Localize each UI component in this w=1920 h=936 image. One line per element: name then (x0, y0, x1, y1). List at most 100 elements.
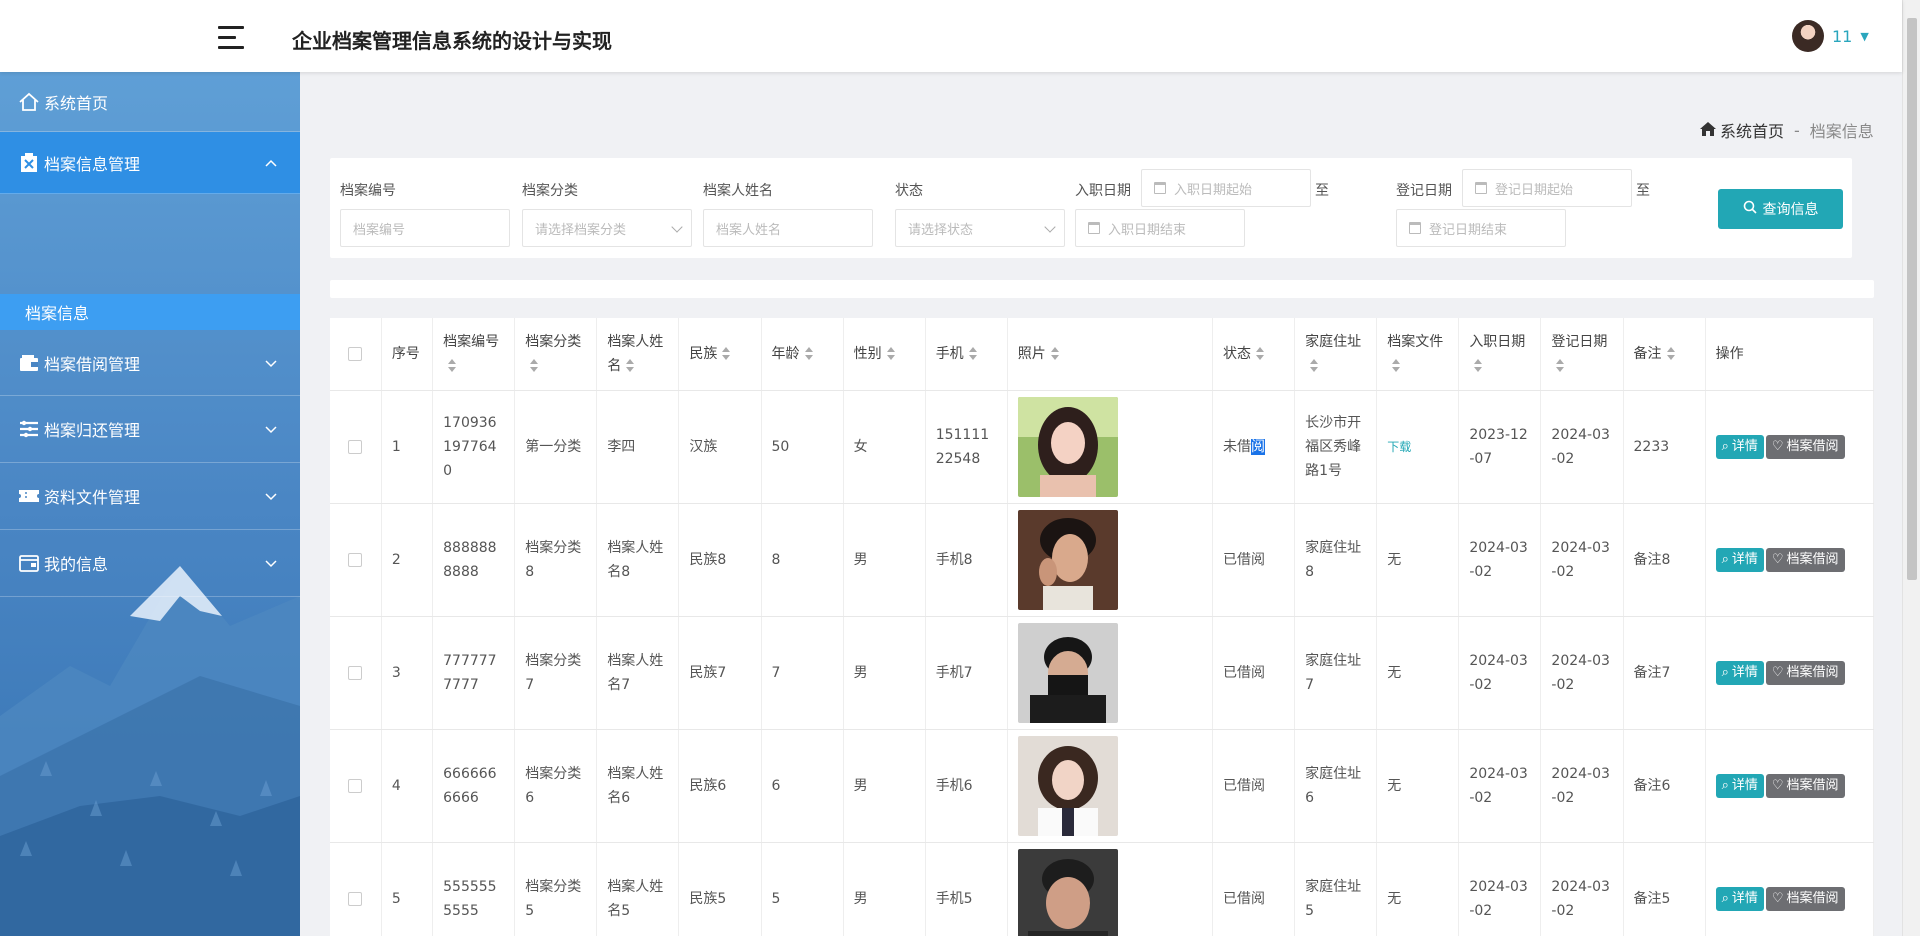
col-header-archive-no[interactable]: 档案编号 (432, 318, 516, 391)
name-input[interactable]: 档案人姓名 (703, 209, 873, 247)
cell-phone: 手机8 (925, 503, 1008, 617)
card-icon (18, 552, 40, 574)
col-header-age[interactable]: 年龄 (761, 318, 844, 391)
photo-thumbnail[interactable] (1017, 509, 1118, 610)
col-header-phone[interactable]: 手机 (925, 318, 1008, 391)
col-header-address[interactable]: 家庭住址 (1294, 318, 1378, 391)
sidebar-item-borrow[interactable]: 档案借阅管理 (0, 330, 300, 396)
cell-hire-date: 2024-03-02 (1458, 616, 1542, 730)
cell-hire-date: 2024-03-02 (1458, 503, 1542, 617)
photo-thumbnail[interactable] (1017, 396, 1118, 497)
col-header-photo[interactable]: 照片 (1007, 318, 1214, 391)
detail-button[interactable]: ⌕ 详情 (1715, 773, 1764, 798)
photo-thumbnail[interactable] (1017, 622, 1118, 723)
chevron-up-icon (263, 155, 279, 171)
archive-table: 序号 档案编号 档案分类 档案人姓名 民族 年龄 性别 手机 照片 状态 家庭住… (330, 318, 1874, 936)
reg-date-end-input[interactable]: 登记日期结束 (1396, 209, 1566, 247)
download-link[interactable]: 下载 (1387, 440, 1411, 454)
col-header-name[interactable]: 档案人姓名 (596, 318, 680, 391)
sort-icon[interactable] (529, 358, 539, 373)
category-select[interactable]: 请选择档案分类 (522, 209, 692, 247)
status-select[interactable]: 请选择状态 (895, 209, 1065, 247)
name-placeholder: 档案人姓名 (716, 222, 782, 238)
sort-icon[interactable] (721, 346, 731, 361)
sort-icon[interactable] (447, 358, 457, 373)
sort-icon[interactable] (1391, 358, 1401, 373)
detail-button[interactable]: ⌕ 详情 (1715, 547, 1764, 572)
borrow-button[interactable]: ♡ 档案借阅 (1765, 773, 1845, 798)
hire-date-start-input[interactable]: 入职日期起始 (1141, 169, 1311, 207)
hire-start-placeholder: 入职日期起始 (1174, 182, 1253, 198)
sidebar-subitem-archive-info[interactable]: 档案信息 (0, 294, 300, 330)
col-header-status[interactable]: 状态 (1212, 318, 1296, 391)
sort-icon[interactable] (1255, 346, 1265, 361)
sidebar-item-home[interactable]: 系统首页 (0, 72, 300, 132)
category-label: 档案分类 (522, 183, 578, 199)
heart-icon: ♡ (1771, 890, 1784, 906)
username[interactable]: 11 (1832, 27, 1852, 46)
sort-icon[interactable] (968, 346, 978, 361)
cell-actions: ⌕ 详情 ♡ 档案借阅 (1705, 729, 1874, 843)
cell-archive-no: 6666666666 (432, 729, 516, 843)
row-checkbox[interactable] (348, 552, 363, 567)
photo-thumbnail[interactable] (1017, 848, 1118, 936)
col-header-file[interactable]: 档案文件 (1376, 318, 1460, 391)
borrow-button[interactable]: ♡ 档案借阅 (1765, 660, 1845, 685)
sidebar-item-files[interactable]: 资料文件管理 (0, 463, 300, 530)
table-row: 3 7777777777 档案分类7 档案人姓名7 民族7 7 男 手机7 已借… (330, 616, 1874, 730)
table-row: 4 6666666666 档案分类6 档案人姓名6 民族6 6 男 手机6 已借… (330, 729, 1874, 843)
chevron-down-icon (263, 488, 279, 504)
col-header-ethnicity[interactable]: 民族 (678, 318, 762, 391)
reg-date-start-input[interactable]: 登记日期起始 (1462, 169, 1632, 207)
cell-phone: 手机7 (925, 616, 1008, 730)
cell-index: 4 (381, 729, 434, 843)
col-header-remark[interactable]: 备注 (1623, 318, 1706, 391)
cell-remark: 备注7 (1623, 616, 1706, 730)
cell-age: 7 (761, 616, 844, 730)
sort-icon[interactable] (1555, 358, 1565, 373)
hire-date-end-input[interactable]: 入职日期结束 (1075, 209, 1245, 247)
breadcrumb-separator: - (1794, 120, 1800, 140)
row-checkbox[interactable] (348, 665, 363, 680)
sort-icon[interactable] (1666, 346, 1676, 361)
borrow-button[interactable]: ♡ 档案借阅 (1765, 547, 1845, 572)
search-button[interactable]: 查询信息 (1718, 189, 1843, 229)
row-checkbox[interactable] (348, 439, 363, 454)
borrow-button[interactable]: ♡ 档案借阅 (1765, 434, 1845, 459)
detail-button[interactable]: ⌕ 详情 (1715, 886, 1764, 911)
select-all-checkbox[interactable] (348, 346, 363, 361)
sort-icon[interactable] (625, 358, 635, 373)
breadcrumb-home[interactable]: 系统首页 (1720, 118, 1784, 142)
col-header-gender[interactable]: 性别 (843, 318, 926, 391)
name-label: 档案人姓名 (703, 183, 773, 199)
sort-icon[interactable] (804, 346, 814, 361)
cell-file: 无 (1376, 842, 1460, 936)
sort-icon[interactable] (1473, 358, 1483, 373)
cell-age: 6 (761, 729, 844, 843)
sort-icon[interactable] (1050, 346, 1060, 361)
header-label: 档案编号 (443, 333, 500, 350)
menu-toggle-icon[interactable] (218, 26, 244, 50)
borrow-button[interactable]: ♡ 档案借阅 (1765, 886, 1845, 911)
sidebar-item-my-info[interactable]: 我的信息 (0, 530, 300, 597)
status-text: 已借阅 (1223, 890, 1266, 907)
col-header-category[interactable]: 档案分类 (514, 318, 598, 391)
scrollbar-thumb[interactable] (1907, 18, 1917, 580)
row-checkbox[interactable] (348, 778, 363, 793)
detail-button[interactable]: ⌕ 详情 (1715, 434, 1764, 459)
cell-index: 2 (381, 503, 434, 617)
caret-down-icon[interactable]: ▼ (1860, 30, 1868, 43)
sort-icon[interactable] (1309, 358, 1319, 373)
detail-button[interactable]: ⌕ 详情 (1715, 660, 1764, 685)
archive-no-input[interactable]: 档案编号 (340, 209, 510, 247)
col-header-reg-date[interactable]: 登记日期 (1540, 318, 1624, 391)
page-scrollbar[interactable] (1902, 0, 1920, 936)
sort-icon[interactable] (886, 346, 896, 361)
col-header-hire-date[interactable]: 入职日期 (1458, 318, 1542, 391)
avatar[interactable] (1792, 20, 1824, 52)
row-checkbox[interactable] (348, 891, 363, 906)
sidebar-item-return[interactable]: 档案归还管理 (0, 396, 300, 463)
photo-thumbnail[interactable] (1017, 735, 1118, 836)
user-menu[interactable]: 11 ▼ (1792, 20, 1869, 52)
sidebar-item-archive-info[interactable]: 档案信息管理 (0, 132, 300, 194)
